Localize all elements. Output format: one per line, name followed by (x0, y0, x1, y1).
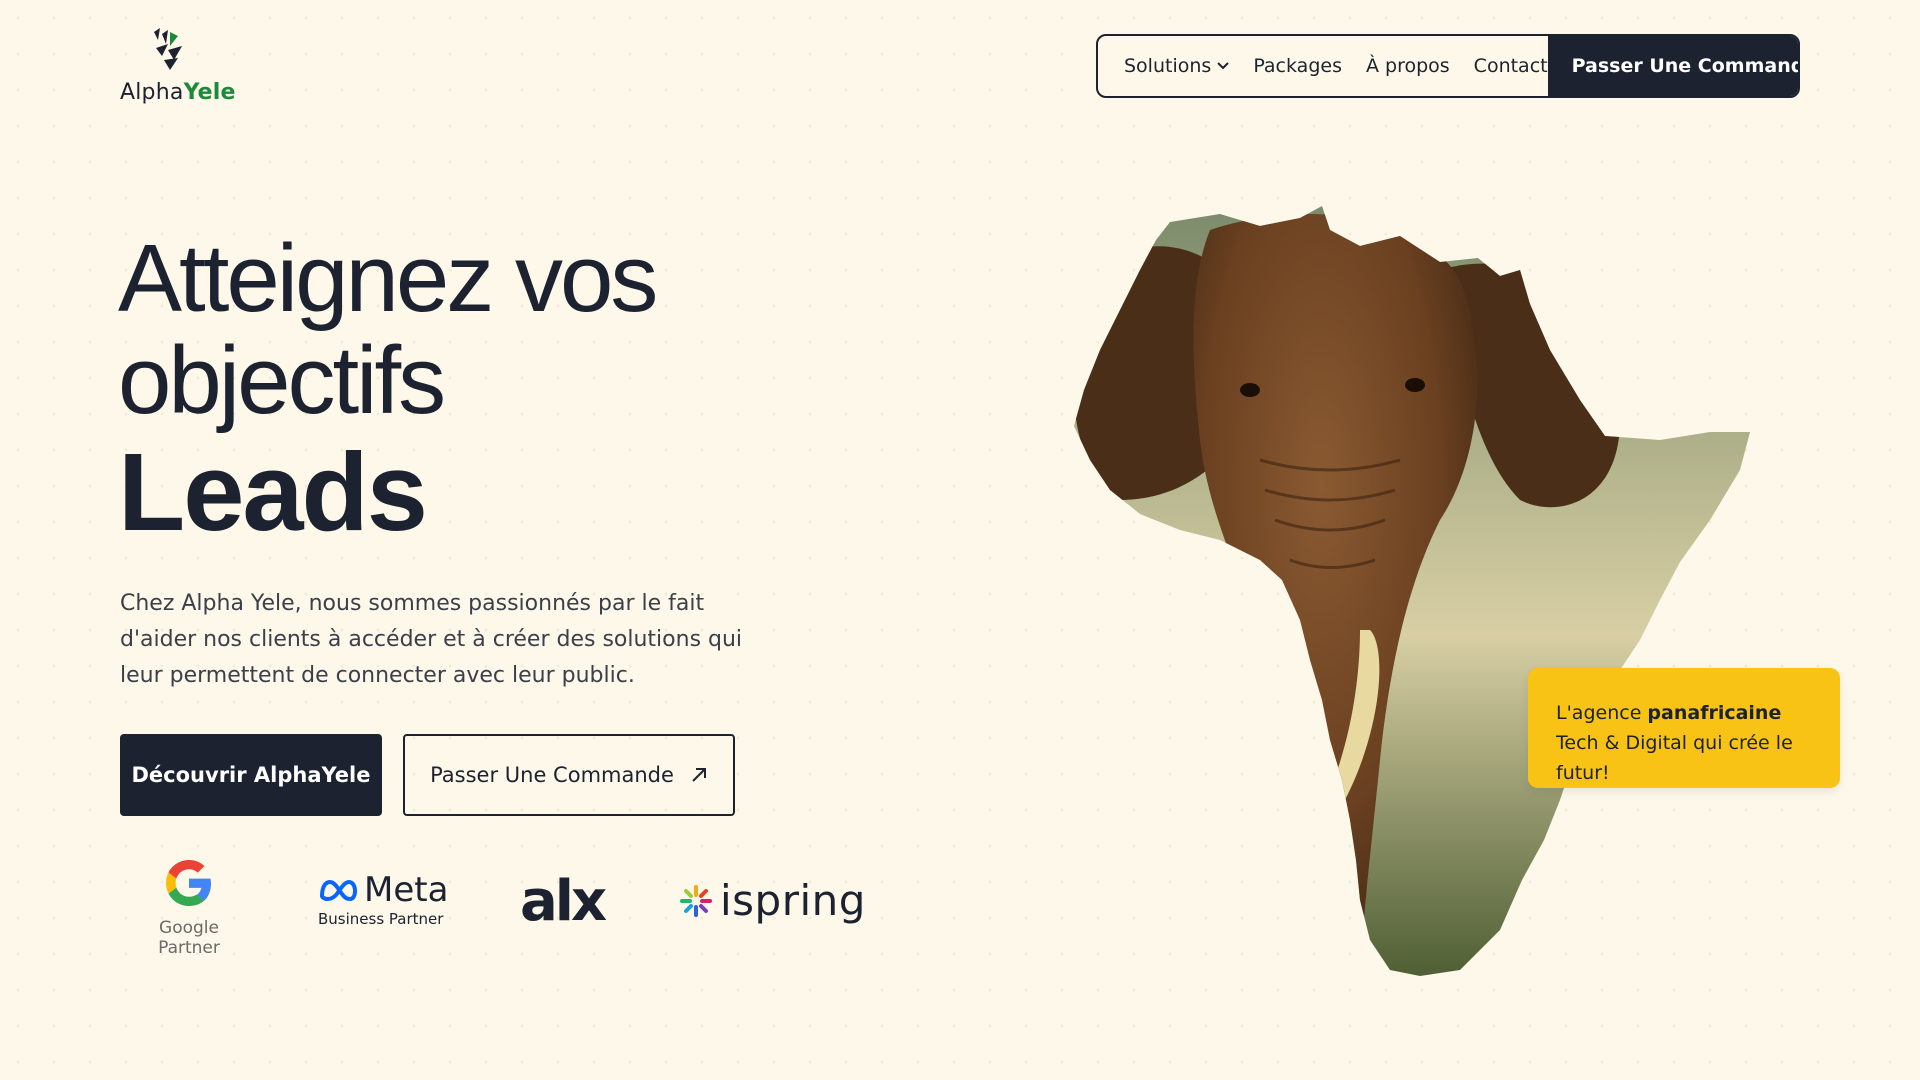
google-g-icon (166, 860, 211, 906)
nav-item-solutions[interactable]: Solutions (1124, 55, 1230, 77)
ispring-burst-icon (680, 884, 712, 917)
nav-item-about-label: À propos (1365, 55, 1450, 77)
google-partner-logo: Google Partner (126, 856, 252, 958)
nav-item-about[interactable]: À propos (1366, 55, 1450, 77)
agency-tag-bold: panafricaine (1647, 702, 1782, 724)
nav-item-packages-label: Packages (1253, 55, 1342, 77)
chevron-down-icon (1217, 62, 1230, 70)
logo-alpha: Alpha (120, 80, 184, 105)
hero-title-line1: Atteignez vos (118, 225, 658, 332)
nav-item-contact-label: Contact (1473, 55, 1548, 77)
hero-description: Chez Alpha Yele, nous sommes passionnés … (120, 591, 743, 688)
main-nav: Solutions Packages À propos Contact Pass… (1096, 34, 1800, 98)
hero-title-line2: objectifs (118, 327, 446, 434)
order-button[interactable]: Passer Une Commande (403, 734, 735, 816)
hero-title: Atteignez vos objectifs (118, 225, 658, 434)
agency-tag: L'agence panafricaine Tech & Digital qui… (1528, 668, 1840, 788)
ispring-logo: ispring (678, 876, 866, 925)
order-button-label: Passer Une Commande (430, 763, 674, 787)
agency-tag-prefix: L'agence (1556, 702, 1648, 724)
logo[interactable]: AlphaYele (120, 26, 235, 106)
nav-links: Solutions Packages À propos Contact (1098, 55, 1548, 77)
logo-text: AlphaYele (120, 80, 236, 105)
logo-mark-icon (154, 28, 182, 70)
nav-item-solutions-label: Solutions (1124, 55, 1212, 77)
logo-yele: Yele (183, 80, 236, 105)
alx-logo: alx (520, 869, 607, 934)
nav-item-contact[interactable]: Contact (1474, 55, 1548, 77)
arrow-up-right-icon (692, 768, 706, 782)
ispring-word: ispring (720, 876, 866, 925)
discover-button[interactable]: Découvrir AlphaYele (120, 734, 382, 816)
meta-partner-caption: Business Partner (318, 910, 444, 928)
meta-word: Meta (364, 870, 449, 910)
hero-accent-word: Leads (118, 431, 428, 554)
meta-infinity-icon (319, 879, 358, 902)
africa-elephant-image (1074, 206, 1750, 976)
meta-partner-logo: Meta Business Partner (318, 870, 448, 928)
nav-order-button[interactable]: Passer Une Commande (1547, 36, 1798, 96)
nav-item-packages[interactable]: Packages (1253, 55, 1342, 77)
google-partner-caption: Google Partner (158, 918, 220, 958)
agency-tag-suffix: Tech & Digital qui crée le futur! (1556, 732, 1793, 784)
